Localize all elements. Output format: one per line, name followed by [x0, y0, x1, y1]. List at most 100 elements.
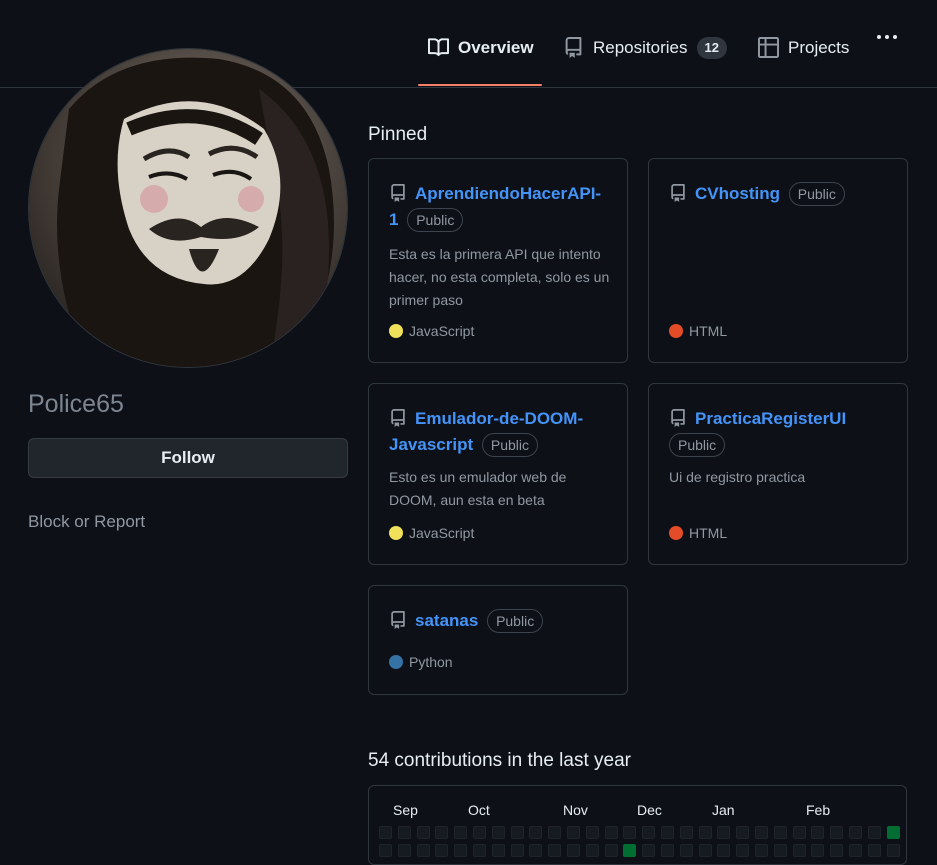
contribution-day[interactable] — [792, 844, 806, 857]
contribution-day[interactable] — [397, 826, 411, 839]
repo-name-link[interactable]: satanas — [415, 611, 478, 630]
tab-repositories-label: Repositories — [593, 38, 688, 57]
contribution-day[interactable] — [773, 844, 787, 857]
repo-language: JavaScript — [389, 323, 474, 339]
pinned-repo-card: satanas Public Python — [368, 585, 628, 695]
contribution-day[interactable] — [435, 826, 449, 839]
contribution-day[interactable] — [886, 826, 900, 839]
contribution-day[interactable] — [698, 826, 712, 839]
contribution-day[interactable] — [585, 826, 599, 839]
contribution-day[interactable] — [661, 826, 674, 839]
contribution-day[interactable] — [454, 844, 468, 857]
contribution-day[interactable] — [379, 826, 392, 839]
contribution-day[interactable] — [679, 826, 693, 839]
contribution-day[interactable] — [661, 844, 674, 857]
contribution-day[interactable] — [679, 844, 693, 857]
language-color-dot — [389, 655, 403, 669]
repo-language: HTML — [669, 525, 727, 541]
contribution-day[interactable] — [623, 826, 637, 839]
contribution-day[interactable] — [473, 826, 486, 839]
contribution-day[interactable] — [548, 844, 562, 857]
contribution-day[interactable] — [529, 844, 543, 857]
contribution-day[interactable] — [867, 826, 881, 839]
language-color-dot — [389, 324, 403, 338]
repo-name-link[interactable]: CVhosting — [695, 184, 780, 203]
contribution-day[interactable] — [435, 844, 449, 857]
kebab-horizontal-icon[interactable] — [873, 30, 901, 44]
follow-button[interactable]: Follow — [28, 438, 348, 478]
contribution-day[interactable] — [755, 826, 768, 839]
month-label: Nov — [563, 802, 588, 818]
contribution-day[interactable] — [698, 844, 712, 857]
contribution-day[interactable] — [830, 826, 844, 839]
table-icon — [758, 37, 779, 58]
repo-description: Ui de registro practica — [669, 469, 806, 485]
language-label: JavaScript — [409, 525, 475, 541]
contribution-day[interactable] — [416, 844, 430, 857]
contribution-day[interactable] — [491, 826, 505, 839]
language-label: HTML — [689, 525, 728, 541]
contribution-day[interactable] — [642, 826, 656, 839]
repositories-count-badge: 12 — [696, 37, 727, 59]
contribution-day[interactable] — [585, 844, 599, 857]
repo-name-link[interactable]: PracticaRegisterUI — [695, 409, 846, 428]
tab-projects-label: Projects — [788, 38, 850, 57]
contribution-day[interactable] — [849, 844, 862, 857]
visibility-badge: Public — [481, 433, 538, 457]
contribution-day[interactable] — [567, 826, 580, 839]
contribution-day[interactable] — [529, 826, 543, 839]
contribution-day[interactable] — [416, 826, 430, 839]
contribution-day[interactable] — [736, 844, 750, 857]
active-tab-indicator — [418, 84, 542, 86]
language-label: HTML — [689, 323, 728, 339]
language-color-dot — [669, 526, 683, 540]
block-or-report-link[interactable]: Block or Report — [28, 512, 145, 532]
pinned-heading: Pinned — [368, 124, 428, 145]
contribution-day[interactable] — [510, 826, 524, 839]
contribution-day[interactable] — [811, 826, 825, 839]
contribution-day[interactable] — [623, 844, 637, 857]
avatar — [28, 48, 348, 368]
month-label: Jan — [712, 802, 735, 818]
language-color-dot — [389, 526, 403, 540]
contribution-day[interactable] — [604, 826, 618, 839]
contribution-day[interactable] — [548, 826, 562, 839]
visibility-badge: Public — [407, 208, 464, 232]
repo-language: Python — [389, 654, 453, 670]
repo-icon — [565, 37, 582, 58]
contribution-day[interactable] — [755, 844, 768, 857]
contributions-heading: 54 contributions in the last year — [368, 750, 631, 771]
tab-projects[interactable]: Projects — [758, 37, 850, 86]
contribution-day[interactable] — [567, 844, 580, 857]
contribution-day[interactable] — [717, 844, 731, 857]
language-label: JavaScript — [409, 323, 475, 339]
contribution-day[interactable] — [736, 826, 750, 839]
contribution-day[interactable] — [454, 826, 468, 839]
contribution-day[interactable] — [792, 826, 806, 839]
pinned-repo-card: PracticaRegisterUI Public Ui de registro… — [648, 383, 908, 565]
tab-overview[interactable]: Overview — [428, 38, 534, 86]
avatar-image — [29, 49, 347, 367]
contribution-day[interactable] — [604, 844, 618, 857]
contribution-day[interactable] — [642, 844, 656, 857]
contribution-day[interactable] — [849, 826, 862, 839]
tab-overview-label: Overview — [458, 38, 534, 57]
language-color-dot — [669, 324, 683, 338]
repo-description: Esta es la primera API que intento hacer… — [389, 246, 610, 308]
pinned-repo-card: Emulador-de-DOOM-Javascript Public Esto … — [368, 383, 628, 565]
visibility-badge: Public — [788, 182, 845, 206]
contribution-day[interactable] — [773, 826, 787, 839]
contribution-day[interactable] — [510, 844, 524, 857]
contribution-graph: Sep Oct Nov Dec Jan Feb — [368, 785, 907, 865]
tab-repositories[interactable]: Repositories 12 — [563, 37, 727, 86]
contribution-day[interactable] — [811, 844, 825, 857]
contribution-day[interactable] — [717, 826, 731, 839]
contribution-day[interactable] — [830, 844, 844, 857]
visibility-badge: Public — [669, 433, 726, 457]
contribution-day[interactable] — [867, 844, 881, 857]
contribution-day[interactable] — [379, 844, 392, 857]
contribution-day[interactable] — [397, 844, 411, 857]
contribution-day[interactable] — [886, 844, 900, 857]
contribution-day[interactable] — [491, 844, 505, 857]
contribution-day[interactable] — [473, 844, 486, 857]
